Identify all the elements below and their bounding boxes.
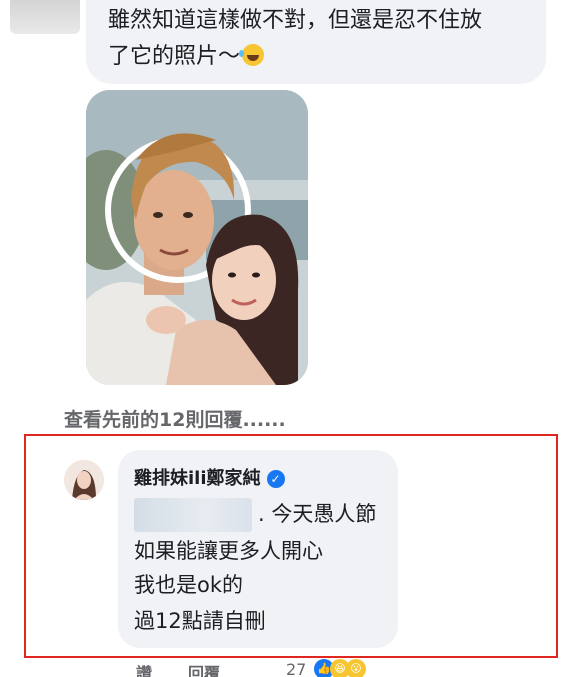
comment-photo[interactable] xyxy=(86,90,308,385)
reply-line-3: 我也是ok的 xyxy=(134,573,244,597)
reply-action-bar: 讚 回覆 27 👍 😆 😮 xyxy=(0,656,563,677)
reaction-count[interactable]: 27 xyxy=(286,660,306,677)
reply-line-1: . 今天愚人節 xyxy=(258,502,377,526)
verified-badge-icon: ✓ xyxy=(266,470,285,488)
view-previous-replies-link[interactable]: 查看先前的12則回覆...... xyxy=(64,405,286,432)
comment-photo-image xyxy=(86,90,308,385)
top-comment-bubble: 雖然知道這樣做不對，但還是忍不住放 了它的照片～ xyxy=(86,0,546,84)
top-comment-line-1: 雖然知道這樣做不對，但還是忍不住放 xyxy=(108,8,483,33)
top-commenter-avatar[interactable] xyxy=(10,0,80,34)
reply-author-row: 雞排妹ili鄭家純 ✓ xyxy=(134,464,285,490)
top-comment-line-2-text: 了它的照片～ xyxy=(108,44,241,69)
like-button[interactable]: 讚 xyxy=(136,660,152,677)
reply-line-4: 過12點請自刪 xyxy=(134,609,266,633)
blurred-mention xyxy=(134,498,252,532)
laughing-emoji-icon xyxy=(239,44,265,66)
reply-author-avatar-image xyxy=(64,460,104,500)
reply-line-2: 如果能讓更多人開心 xyxy=(134,539,323,563)
reply-author-avatar[interactable] xyxy=(64,460,104,500)
reply-button[interactable]: 回覆 xyxy=(188,660,220,677)
reply-bubble: 雞排妹ili鄭家純 ✓ . 今天愚人節 如果能讓更多人開心 我也是ok的 過12點… xyxy=(118,450,398,648)
reply-author-name[interactable]: 雞排妹ili鄭家純 xyxy=(134,468,261,489)
top-comment-line-2: 了它的照片～ xyxy=(108,44,265,70)
wow-reaction-icon: 😮 xyxy=(346,659,366,677)
